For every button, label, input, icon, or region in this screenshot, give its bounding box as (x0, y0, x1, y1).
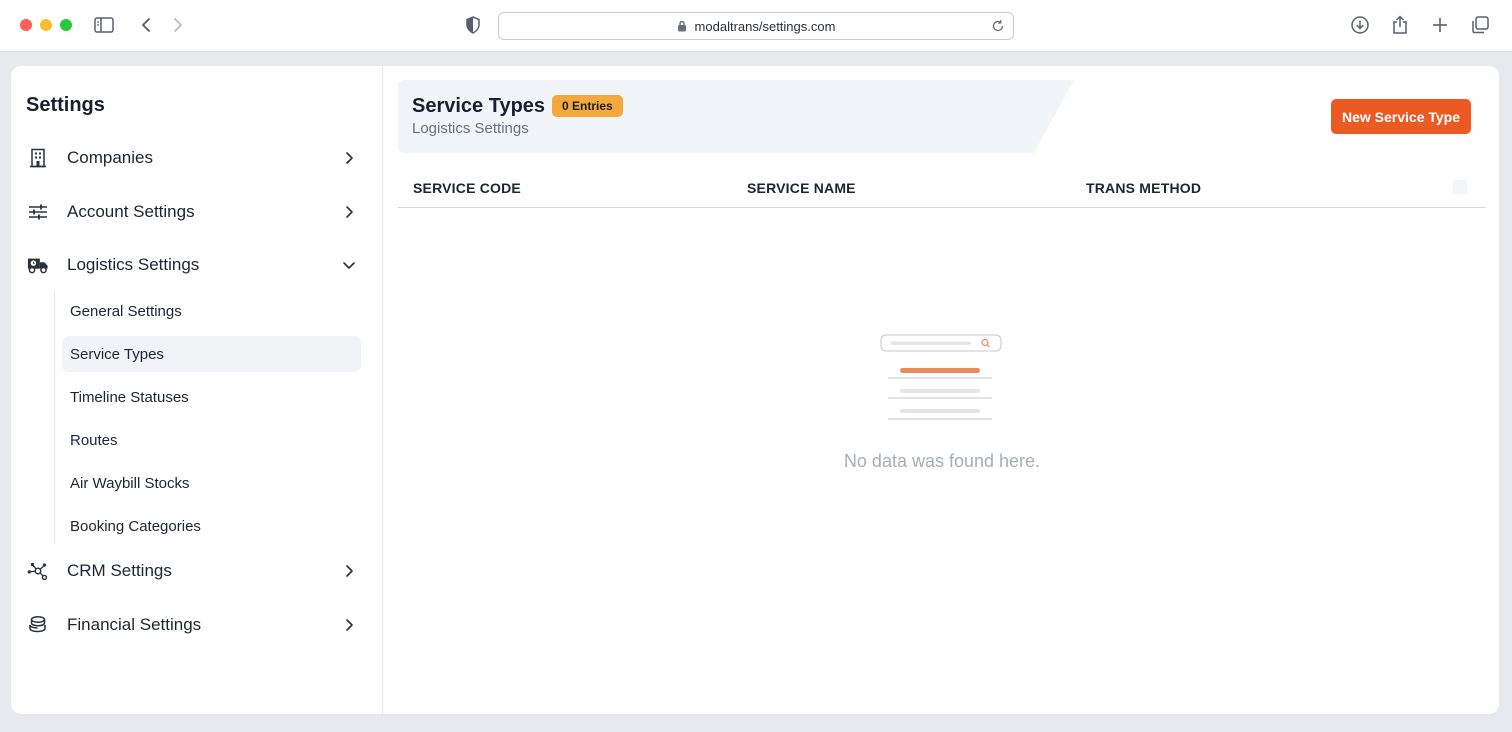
sidebar-subitem-air-waybill-stocks[interactable]: Air Waybill Stocks (62, 465, 361, 501)
sidebar-subitem-timeline-statuses[interactable]: Timeline Statuses (62, 379, 361, 415)
sliders-icon (27, 201, 49, 223)
settings-sidebar: Settings Companies Account Settings Logi… (11, 66, 383, 714)
back-icon[interactable] (135, 14, 157, 36)
sidebar-item-label: Account Settings (67, 202, 195, 221)
browser-toolbar: modaltrans/settings.com (0, 0, 1512, 52)
network-icon (27, 560, 49, 582)
app-window: Settings Companies Account Settings Logi… (11, 66, 1499, 714)
column-header-service-name[interactable]: SERVICE NAME (747, 180, 856, 196)
sidebar-item-crm-settings[interactable]: CRM Settings (11, 551, 383, 591)
sidebar-item-companies[interactable]: Companies (11, 138, 383, 178)
download-icon[interactable] (1349, 14, 1371, 36)
lock-icon (677, 20, 687, 32)
sidebar-subitem-routes[interactable]: Routes (62, 422, 361, 458)
sidebar-item-label: Companies (67, 148, 153, 167)
sidebar-item-logistics-settings[interactable]: Logistics Settings (11, 245, 383, 285)
truck-icon (27, 254, 49, 276)
chevron-right-icon (341, 150, 357, 166)
sidebar-item-account-settings[interactable]: Account Settings (11, 192, 383, 232)
url-text: modaltrans/settings.com (694, 18, 836, 34)
share-icon[interactable] (1389, 14, 1411, 36)
tab-overview-icon[interactable] (1469, 14, 1491, 36)
sidebar-toggle-icon[interactable] (93, 14, 115, 36)
minimize-window-button[interactable] (40, 19, 52, 31)
submenu-divider (54, 292, 55, 544)
sidebar-item-label: Logistics Settings (67, 255, 200, 274)
sidebar-subitem-service-types[interactable]: Service Types (62, 336, 361, 372)
close-window-button[interactable] (20, 19, 32, 31)
reload-icon[interactable] (991, 19, 1005, 33)
column-header-service-code[interactable]: SERVICE CODE (413, 180, 521, 196)
chevron-right-icon (341, 617, 357, 633)
chevron-down-icon (341, 257, 357, 273)
new-service-type-button[interactable]: New Service Type (1331, 99, 1471, 134)
page-header: Service Types 0 Entries Logistics Settin… (398, 80, 1076, 153)
empty-state-message: No data was found here. (843, 451, 1041, 471)
main-content: Service Types 0 Entries Logistics Settin… (384, 66, 1499, 714)
page-title: Service Types (412, 95, 546, 117)
building-icon (27, 147, 49, 169)
sidebar-item-label: Financial Settings (67, 615, 202, 634)
address-bar[interactable]: modaltrans/settings.com (498, 12, 1014, 40)
column-header-trans-method[interactable]: TRANS METHOD (1086, 180, 1201, 196)
sidebar-title: Settings (26, 94, 105, 116)
sidebar-item-label: CRM Settings (67, 561, 172, 580)
sidebar-item-financial-settings[interactable]: Financial Settings (11, 605, 383, 645)
privacy-shield-icon[interactable] (462, 14, 484, 36)
empty-state-illustration (880, 334, 1002, 420)
forward-icon[interactable] (167, 14, 189, 36)
chevron-right-icon (341, 563, 357, 579)
column-options-placeholder (1453, 180, 1467, 194)
page-subtitle: Logistics Settings (412, 120, 529, 137)
entries-count-badge: 0 Entries (552, 95, 623, 117)
zoom-window-button[interactable] (60, 19, 72, 31)
chevron-right-icon (341, 204, 357, 220)
coins-icon (27, 614, 49, 636)
table-header: SERVICE CODE SERVICE NAME TRANS METHOD (398, 166, 1486, 208)
sidebar-subitem-booking-categories[interactable]: Booking Categories (62, 508, 361, 544)
new-tab-icon[interactable] (1429, 14, 1451, 36)
sidebar-subitem-general-settings[interactable]: General Settings (62, 293, 361, 329)
